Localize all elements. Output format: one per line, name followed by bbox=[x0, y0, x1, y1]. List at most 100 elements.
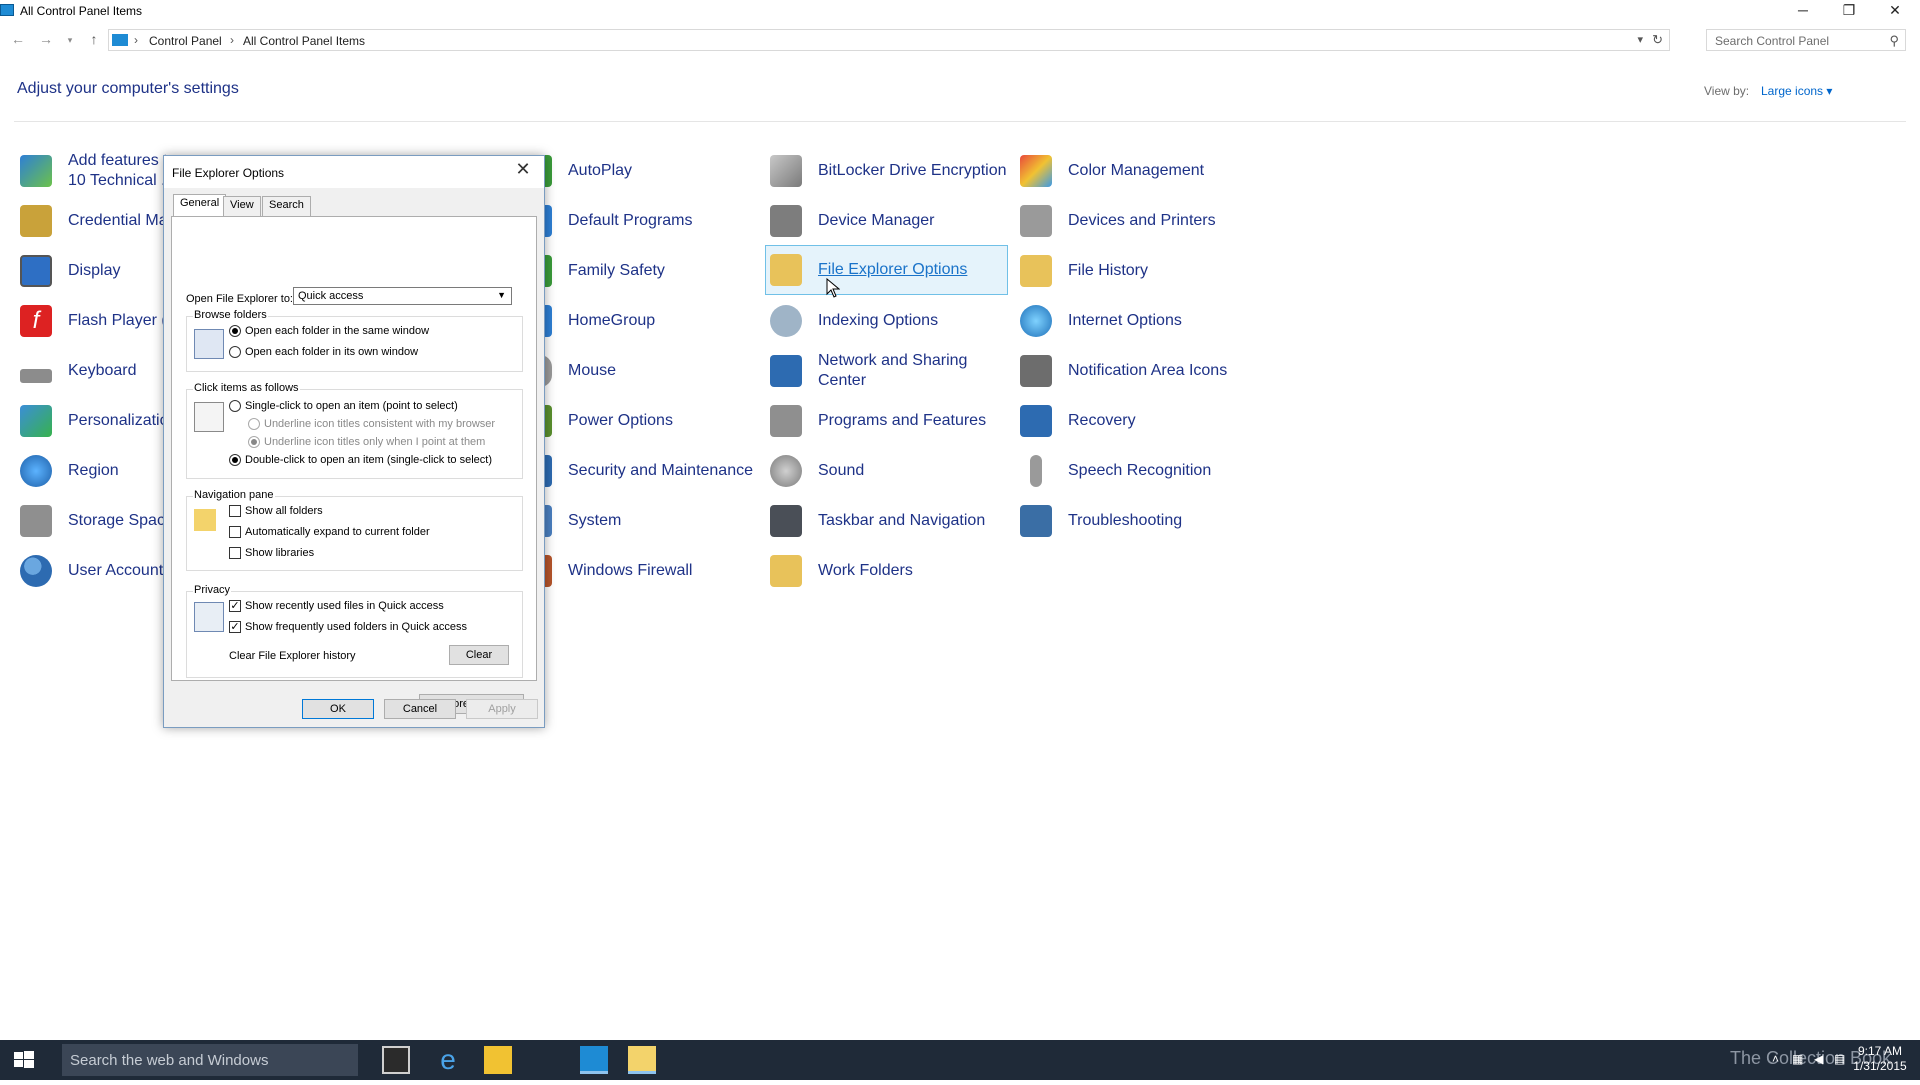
recent-locations-icon[interactable]: ▾ bbox=[60, 35, 80, 46]
checkbox[interactable] bbox=[229, 505, 241, 517]
window-title-bar: All Control Panel Items ─ ❐ ✕ bbox=[0, 0, 1920, 22]
forward-icon[interactable]: → bbox=[36, 31, 56, 47]
radio-own-window[interactable]: Open each folder in its own window bbox=[229, 346, 418, 358]
breadcrumb-control-panel[interactable]: Control Panel bbox=[149, 34, 222, 48]
radio-single-click[interactable]: Single-click to open an item (point to s… bbox=[229, 400, 458, 412]
ok-button[interactable]: OK bbox=[302, 699, 374, 719]
view-by-label: View by: bbox=[1704, 84, 1750, 98]
control-panel-icon bbox=[0, 4, 14, 16]
tab-general[interactable]: General bbox=[173, 194, 227, 217]
item-internet-options[interactable]: Internet Options bbox=[1016, 297, 1182, 345]
window-icon bbox=[194, 329, 224, 359]
check-frequent-folders[interactable]: ✓ Show frequently used folders in Quick a… bbox=[229, 621, 467, 633]
item-devices-printers[interactable]: Devices and Printers bbox=[1016, 197, 1216, 245]
item-label: Troubleshooting bbox=[1068, 512, 1183, 529]
checkbox[interactable]: ✓ bbox=[229, 621, 241, 633]
item-display[interactable]: Display bbox=[16, 247, 120, 295]
maximize-button[interactable]: ❐ bbox=[1826, 0, 1872, 22]
radio-label: Underline icon titles only when I point … bbox=[264, 436, 486, 448]
item-sound[interactable]: Sound bbox=[766, 447, 864, 495]
item-taskbar-navigation[interactable]: Taskbar and Navigation bbox=[766, 497, 985, 545]
tab-view[interactable]: View bbox=[223, 196, 261, 216]
radio-button[interactable] bbox=[229, 454, 241, 466]
refresh-icon[interactable]: ↻ bbox=[1652, 32, 1663, 48]
item-keyboard[interactable]: Keyboard bbox=[16, 347, 137, 395]
check-auto-expand[interactable]: Automatically expand to current folder bbox=[229, 526, 430, 538]
clock[interactable]: 9:17 AM 1/31/2015 bbox=[1850, 1044, 1910, 1074]
cancel-button[interactable]: Cancel bbox=[384, 699, 456, 719]
bitlocker-icon bbox=[770, 155, 802, 187]
item-security-maintenance[interactable]: Security and Maintenance bbox=[516, 447, 753, 495]
checkbox[interactable]: ✓ bbox=[229, 600, 241, 612]
file-history-icon bbox=[1020, 255, 1052, 287]
privacy-icon bbox=[194, 602, 224, 632]
close-icon[interactable]: ✕ bbox=[508, 159, 538, 180]
file-explorer-icon[interactable] bbox=[484, 1046, 512, 1074]
item-recovery[interactable]: Recovery bbox=[1016, 397, 1136, 445]
tab-search[interactable]: Search bbox=[262, 196, 311, 216]
taskbar-search-input[interactable]: Search the web and Windows bbox=[62, 1044, 358, 1076]
item-device-manager[interactable]: Device Manager bbox=[766, 197, 935, 245]
item-notification-area[interactable]: Notification Area Icons bbox=[1016, 347, 1227, 395]
programs-features-icon bbox=[770, 405, 802, 437]
file-explorer-options-dialog: File Explorer Options ✕ General View Sea… bbox=[163, 155, 545, 728]
start-button[interactable] bbox=[0, 1040, 48, 1080]
close-button[interactable]: ✕ bbox=[1872, 0, 1918, 22]
address-box[interactable]: › Control Panel › All Control Panel Item… bbox=[108, 29, 1670, 51]
search-input[interactable]: Search Control Panel ⚲ bbox=[1706, 29, 1906, 51]
item-flash-player[interactable]: f Flash Player (3 bbox=[16, 297, 176, 345]
item-label: File History bbox=[1068, 262, 1149, 279]
item-programs-features[interactable]: Programs and Features bbox=[766, 397, 986, 445]
item-credential-manager[interactable]: Credential Man bbox=[16, 197, 177, 245]
item-label: HomeGroup bbox=[568, 312, 656, 329]
item-work-folders[interactable]: Work Folders bbox=[766, 547, 913, 595]
check-recent-files[interactable]: ✓ Show recently used files in Quick acces… bbox=[229, 600, 444, 612]
clear-button[interactable]: Clear bbox=[449, 645, 509, 665]
task-view-icon[interactable] bbox=[382, 1046, 410, 1074]
radio-same-window[interactable]: Open each folder in the same window bbox=[229, 325, 429, 337]
item-bitlocker[interactable]: BitLocker Drive Encryption bbox=[766, 147, 1007, 195]
item-personalization[interactable]: Personalization bbox=[16, 397, 177, 445]
radio-button[interactable] bbox=[229, 400, 241, 412]
item-region[interactable]: Region bbox=[16, 447, 119, 495]
internet-explorer-icon[interactable]: e bbox=[434, 1046, 462, 1074]
chevron-up-icon[interactable]: ˄ bbox=[1772, 1052, 1779, 1066]
check-show-libraries[interactable]: Show libraries bbox=[229, 547, 314, 559]
control-panel-taskbar-icon[interactable] bbox=[580, 1046, 608, 1074]
navigation-pane-group: Navigation pane Show all folders Automat… bbox=[186, 489, 523, 571]
network-icon[interactable]: ▦ bbox=[1792, 1052, 1803, 1066]
checkbox[interactable] bbox=[229, 526, 241, 538]
item-file-explorer-options[interactable]: File Explorer Options bbox=[765, 245, 1008, 295]
open-to-value: Quick access bbox=[298, 290, 364, 302]
item-add-features[interactable]: Add features to 10 Technical ... bbox=[16, 147, 177, 195]
checkbox[interactable] bbox=[229, 547, 241, 559]
item-network-sharing[interactable]: Network and Sharing Center bbox=[766, 347, 967, 395]
folder-tree-icon bbox=[194, 509, 216, 531]
minimize-button[interactable]: ─ bbox=[1780, 0, 1826, 22]
item-storage-spaces[interactable]: Storage Spaces bbox=[16, 497, 182, 545]
chevron-down-icon[interactable]: ▾ bbox=[1637, 33, 1643, 46]
radio-button[interactable] bbox=[229, 346, 241, 358]
item-speech-recognition[interactable]: Speech Recognition bbox=[1016, 447, 1211, 495]
volume-icon[interactable]: ◀ bbox=[1814, 1052, 1823, 1066]
item-label: Power Options bbox=[568, 412, 673, 429]
chevron-right-icon[interactable]: › bbox=[230, 33, 234, 47]
radio-double-click[interactable]: Double-click to open an item (single-cli… bbox=[229, 454, 492, 466]
view-by-dropdown[interactable]: Large icons ▾ bbox=[1761, 84, 1832, 98]
back-icon[interactable]: ← bbox=[8, 31, 28, 47]
folder-options-taskbar-icon[interactable] bbox=[628, 1046, 656, 1074]
item-color-management[interactable]: Color Management bbox=[1016, 147, 1204, 195]
dialog-title: File Explorer Options bbox=[172, 166, 285, 180]
item-user-accounts[interactable]: User Accounts bbox=[16, 547, 171, 595]
action-center-icon[interactable]: ▤ bbox=[1834, 1052, 1845, 1066]
breadcrumb-all-items[interactable]: All Control Panel Items bbox=[243, 34, 365, 48]
item-label: Keyboard bbox=[68, 362, 137, 379]
open-to-select[interactable]: Quick access ▼ bbox=[293, 287, 512, 305]
up-icon[interactable]: ↑ bbox=[84, 31, 104, 47]
chevron-right-icon[interactable]: › bbox=[134, 33, 138, 47]
item-troubleshooting[interactable]: Troubleshooting bbox=[1016, 497, 1182, 545]
item-indexing-options[interactable]: Indexing Options bbox=[766, 297, 938, 345]
item-file-history[interactable]: File History bbox=[1016, 247, 1148, 295]
radio-button[interactable] bbox=[229, 325, 241, 337]
check-show-all-folders[interactable]: Show all folders bbox=[229, 505, 323, 517]
